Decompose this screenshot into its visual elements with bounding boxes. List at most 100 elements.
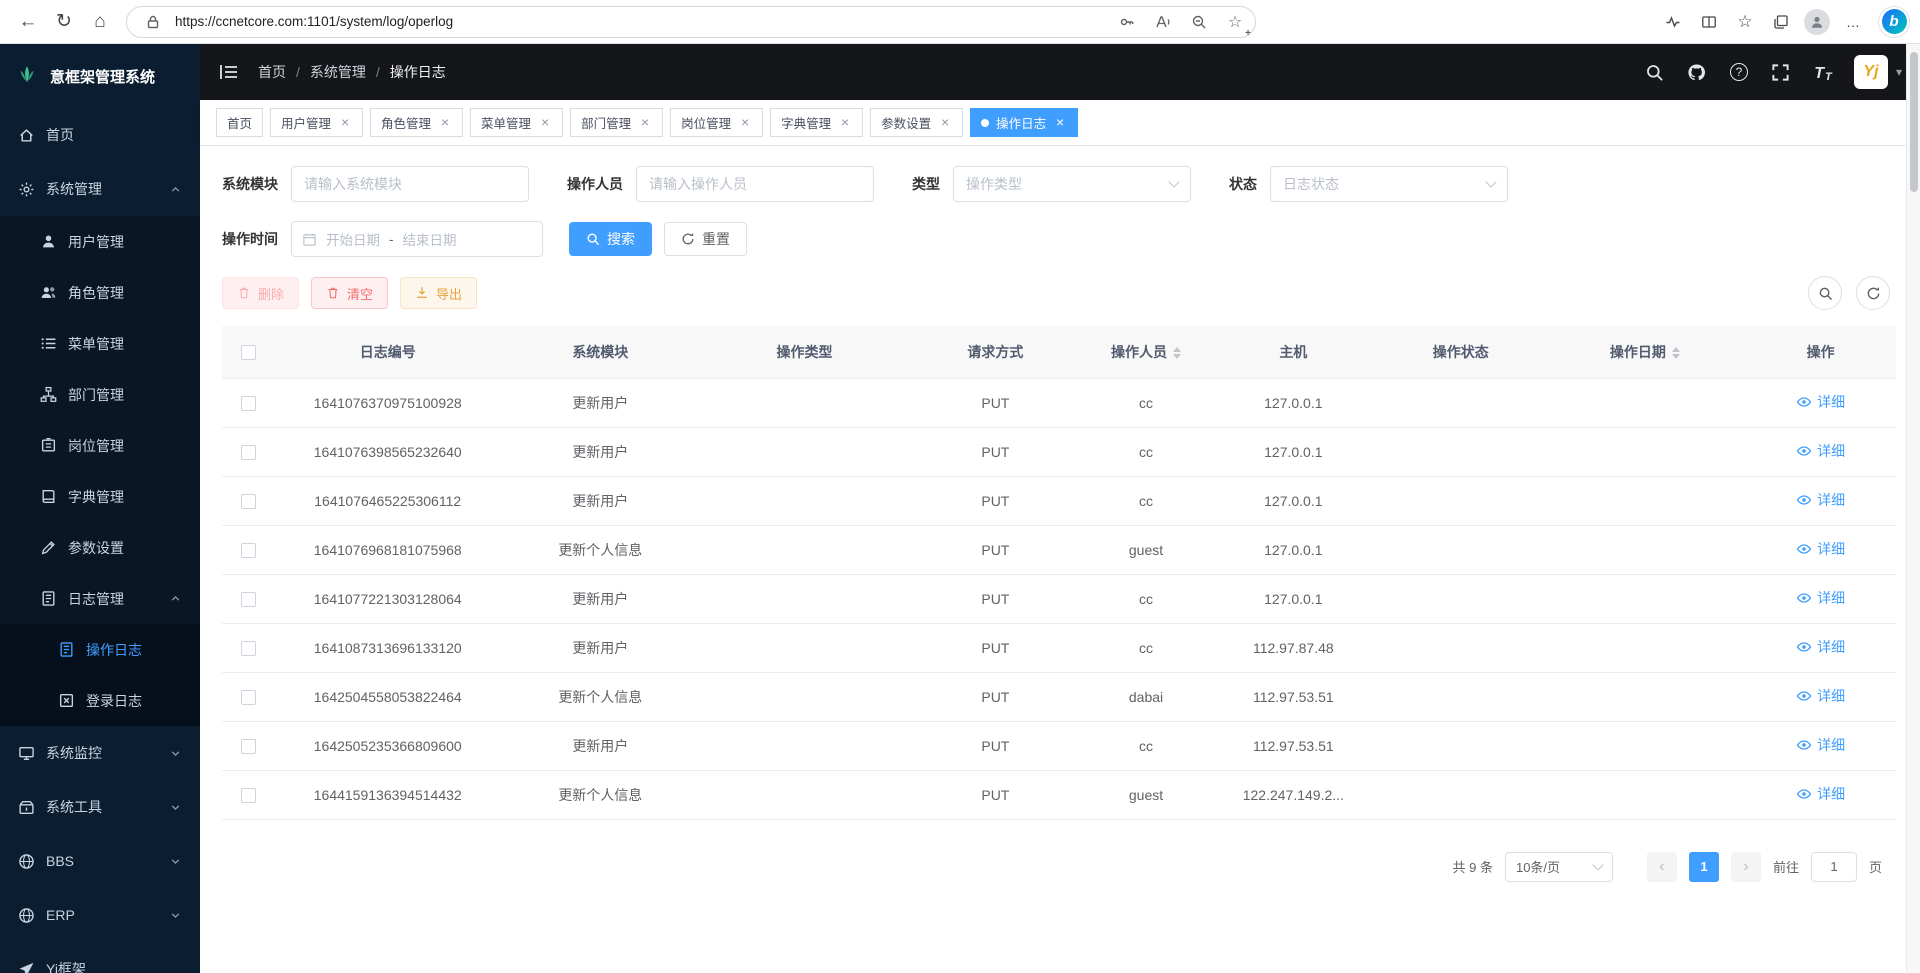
search-icon[interactable] [1644,61,1666,83]
clear-button[interactable]: 清空 [311,277,388,309]
collections-icon[interactable] [1764,5,1798,39]
tab-post-mgmt[interactable]: 岗位管理× [670,108,763,137]
breadcrumb-home[interactable]: 首页 [258,62,286,82]
avatar-caret-icon[interactable]: ▾ [1896,65,1902,79]
date-range-picker[interactable]: 开始日期 - 结束日期 [291,221,543,257]
row-checkbox[interactable] [241,690,256,705]
github-icon[interactable] [1686,61,1708,83]
select-all-checkbox[interactable] [241,345,256,360]
row-checkbox[interactable] [241,396,256,411]
fullscreen-icon[interactable] [1770,61,1792,83]
tab-param-settings[interactable]: 参数设置× [870,108,963,137]
tab-close-icon[interactable]: × [1053,116,1067,130]
goto-page-input[interactable] [1811,852,1857,882]
sidebar-item-post-mgmt[interactable]: 岗位管理 [0,420,200,471]
sidebar-item-yi-framework[interactable]: Yi框架 [0,942,200,973]
sidebar-item-menu-mgmt[interactable]: 菜单管理 [0,318,200,369]
detail-link[interactable]: 详细 [1796,539,1845,559]
toggle-search-icon[interactable] [1808,276,1842,310]
tab-dict-mgmt[interactable]: 字典管理× [770,108,863,137]
type-select[interactable]: 操作类型 [953,166,1191,202]
sidebar-item-login-log[interactable]: 登录日志 [0,675,200,726]
back-button[interactable]: ← [10,4,46,40]
row-checkbox[interactable] [241,739,256,754]
cell-date [1544,623,1745,672]
module-input[interactable] [291,166,529,202]
detail-link[interactable]: 详细 [1796,392,1845,412]
header-operator[interactable]: 操作人员 [1082,326,1209,378]
scrollbar-thumb[interactable] [1910,52,1918,192]
copilot-icon[interactable]: b [1878,6,1910,38]
status-select[interactable]: 日志状态 [1270,166,1508,202]
cell-host: 127.0.0.1 [1210,525,1377,574]
help-icon[interactable]: ? [1728,61,1750,83]
breadcrumb-system[interactable]: 系统管理 [310,62,366,82]
user-avatar[interactable]: Yj [1854,55,1888,89]
tab-close-icon[interactable]: × [738,116,752,130]
sidebar-item-bbs[interactable]: BBS [0,834,200,888]
row-checkbox[interactable] [241,592,256,607]
profile-avatar[interactable] [1800,5,1834,39]
sidebar-item-system[interactable]: 系统管理 [0,162,200,216]
delete-button[interactable]: 删除 [222,277,299,309]
sidebar-item-monitor[interactable]: 系统监控 [0,726,200,780]
header-date[interactable]: 操作日期 [1544,326,1745,378]
sidebar-item-role-mgmt[interactable]: 角色管理 [0,267,200,318]
tab-close-icon[interactable]: × [838,116,852,130]
sidebar-item-home[interactable]: 首页 [0,108,200,162]
tab-close-icon[interactable]: × [938,116,952,130]
more-menu-icon[interactable]: … [1836,5,1870,39]
page-size-select[interactable]: 10条/页 [1505,852,1613,882]
detail-link[interactable]: 详细 [1796,441,1845,461]
detail-link[interactable]: 详细 [1796,588,1845,608]
tab-close-icon[interactable]: × [638,116,652,130]
next-page-button[interactable]: › [1731,852,1761,882]
sidebar-item-tools[interactable]: 系统工具 [0,780,200,834]
detail-link[interactable]: 详细 [1796,686,1845,706]
tab-user-mgmt[interactable]: 用户管理× [270,108,363,137]
detail-link[interactable]: 详细 [1796,735,1845,755]
tab-close-icon[interactable]: × [438,116,452,130]
tab-home[interactable]: 首页 [216,108,263,137]
home-button[interactable]: ⌂ [82,4,118,40]
sidebar-item-dict-mgmt[interactable]: 字典管理 [0,471,200,522]
add-favorite-icon[interactable]: ☆ + [1221,8,1249,36]
sidebar-item-log-mgmt[interactable]: 日志管理 [0,573,200,624]
browser-essentials-icon[interactable] [1656,5,1690,39]
password-key-icon[interactable] [1113,8,1141,36]
detail-link[interactable]: 详细 [1796,490,1845,510]
refresh-table-icon[interactable] [1856,276,1890,310]
detail-link[interactable]: 详细 [1796,637,1845,657]
tab-menu-mgmt[interactable]: 菜单管理× [470,108,563,137]
tab-role-mgmt[interactable]: 角色管理× [370,108,463,137]
zoom-icon[interactable] [1185,8,1213,36]
sidebar-item-user-mgmt[interactable]: 用户管理 [0,216,200,267]
current-page-button[interactable]: 1 [1689,852,1719,882]
export-button[interactable]: 导出 [400,277,477,309]
sidebar-item-operation-log[interactable]: 操作日志 [0,624,200,675]
sidebar-toggle-icon[interactable] [218,61,240,83]
row-checkbox[interactable] [241,641,256,656]
prev-page-button[interactable]: ‹ [1647,852,1677,882]
sidebar-item-dept-mgmt[interactable]: 部门管理 [0,369,200,420]
row-checkbox[interactable] [241,494,256,509]
favorites-bar-icon[interactable]: ☆ [1728,5,1762,39]
row-checkbox[interactable] [241,788,256,803]
operator-input[interactable] [636,166,874,202]
tab-operation-log[interactable]: 操作日志× [970,108,1078,137]
detail-link[interactable]: 详细 [1796,784,1845,804]
tab-close-icon[interactable]: × [538,116,552,130]
split-screen-icon[interactable] [1692,5,1726,39]
sidebar-item-param-settings[interactable]: 参数设置 [0,522,200,573]
search-button[interactable]: 搜索 [569,222,652,256]
address-bar[interactable]: https://ccnetcore.com:1101/system/log/op… [126,6,1256,38]
reset-button[interactable]: 重置 [664,222,747,256]
row-checkbox[interactable] [241,445,256,460]
read-aloud-icon[interactable] [1149,8,1177,36]
reload-button[interactable]: ↻ [46,4,82,40]
tab-dept-mgmt[interactable]: 部门管理× [570,108,663,137]
row-checkbox[interactable] [241,543,256,558]
tab-close-icon[interactable]: × [338,116,352,130]
font-size-icon[interactable] [1812,61,1834,83]
sidebar-item-erp[interactable]: ERP [0,888,200,942]
